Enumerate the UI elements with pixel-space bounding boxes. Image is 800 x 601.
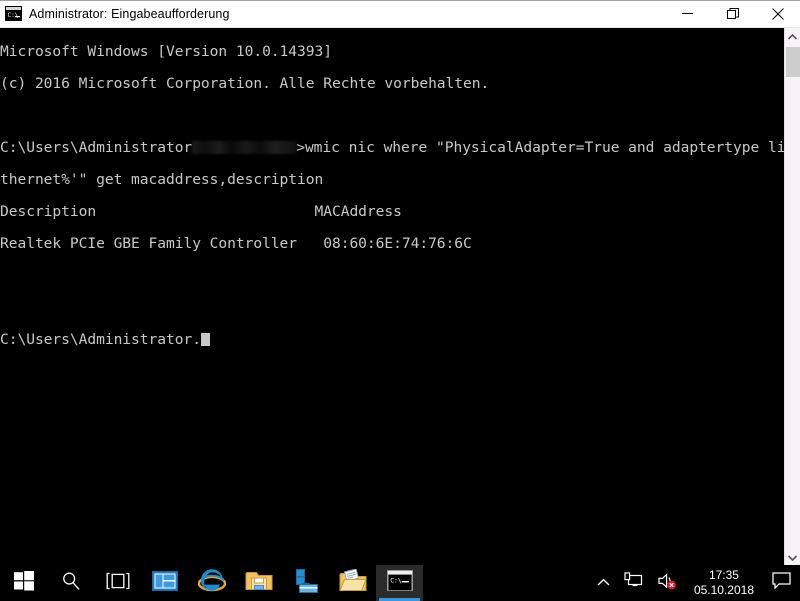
- volume-muted-icon: [657, 572, 677, 595]
- svg-text:C:\: C:\: [8, 12, 19, 19]
- console-line: (c) 2016 Microsoft Corporation. Alle Rec…: [0, 75, 490, 92]
- prompt-path: C:\Users\Administrator: [0, 139, 193, 156]
- scroll-thumb[interactable]: [786, 47, 800, 77]
- title-bar[interactable]: C:\ Administrator: Eingabeaufforderung: [0, 0, 800, 28]
- windows-logo-icon: [13, 570, 34, 596]
- chevron-up-icon[interactable]: [785, 28, 800, 45]
- close-button[interactable]: [755, 0, 800, 27]
- action-center-button[interactable]: [764, 565, 798, 601]
- action-center-icon: [771, 572, 791, 594]
- folder-documents-icon: [338, 567, 367, 598]
- task-view-button[interactable]: [94, 565, 141, 601]
- desktop: C:\ Administrator: Eingabeaufforderung M…: [0, 0, 800, 601]
- svg-text:C:\: C:\: [390, 576, 402, 584]
- console-table-header: Description MACAddress: [0, 203, 402, 220]
- minimize-button[interactable]: [665, 0, 710, 27]
- network-icon: [624, 572, 643, 594]
- show-hidden-icons-button[interactable]: [590, 565, 617, 601]
- search-icon: [61, 571, 81, 596]
- console-prompt-line: C:\Users\Administrator >wmic nic where "P…: [0, 139, 800, 156]
- vertical-scrollbar[interactable]: [784, 28, 800, 566]
- volume-button[interactable]: [650, 565, 684, 601]
- clock[interactable]: 17:35 05.10.2018: [684, 565, 764, 601]
- command-prompt-button[interactable]: C:\: [376, 565, 423, 601]
- search-button[interactable]: [47, 565, 94, 601]
- command-text: >wmic nic where "PhysicalAdapter=True an…: [296, 139, 800, 156]
- text-cursor: [200, 333, 210, 346]
- toolbox-icon: [293, 568, 319, 598]
- chevron-up-icon: [597, 574, 610, 592]
- window-controls: [665, 0, 800, 27]
- cmd-icon: C:\: [5, 6, 22, 21]
- toolbox-button[interactable]: [282, 565, 329, 601]
- redacted-path-segment: [192, 141, 297, 154]
- files-folder-button[interactable]: [329, 565, 376, 601]
- start-button[interactable]: [0, 565, 47, 601]
- taskbar: C:\ 17:35 05.10.2018: [0, 565, 800, 601]
- window-title: Administrator: Eingabeaufforderung: [29, 6, 230, 21]
- console-output-area[interactable]: Microsoft Windows [Version 10.0.14393] (…: [0, 28, 800, 566]
- console-table-row: Realtek PCIe GBE Family Controller 08:60…: [0, 235, 472, 252]
- console-text: Microsoft Windows [Version 10.0.14393] (…: [0, 28, 800, 380]
- console-prompt-line-current: C:\Users\Administrator.: [0, 332, 784, 348]
- system-tray: 17:35 05.10.2018: [590, 565, 800, 601]
- chevron-down-icon[interactable]: [785, 549, 800, 566]
- task-view-icon: [106, 572, 130, 595]
- prompt-path-current: C:\Users\Administrator.: [0, 331, 201, 348]
- folder-icon: [245, 569, 273, 597]
- clock-date: 05.10.2018: [693, 583, 754, 597]
- clock-time: 17:35: [708, 568, 739, 583]
- file-explorer-button[interactable]: [235, 565, 282, 601]
- cmd-icon: C:\: [386, 570, 413, 596]
- taskbar-empty-space: [423, 565, 590, 601]
- console-line: thernet%'" get macaddress,description: [0, 171, 324, 188]
- restore-button[interactable]: [710, 0, 755, 27]
- command-prompt-window: C:\ Administrator: Eingabeaufforderung M…: [0, 0, 800, 566]
- network-button[interactable]: [617, 565, 650, 601]
- internet-explorer-icon: [197, 568, 226, 599]
- server-manager-button[interactable]: [141, 565, 188, 601]
- console-line: Microsoft Windows [Version 10.0.14393]: [0, 43, 332, 60]
- server-manager-icon: [151, 569, 178, 598]
- taskbar-buttons: C:\: [0, 565, 423, 601]
- internet-explorer-button[interactable]: [188, 565, 235, 601]
